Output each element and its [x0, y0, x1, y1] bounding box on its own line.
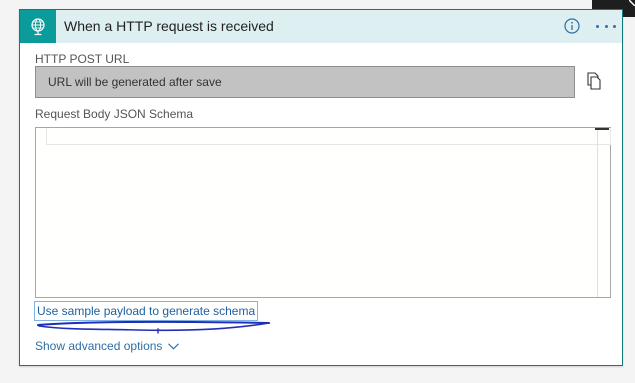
- request-body-schema-editor[interactable]: [35, 127, 611, 298]
- card-title: When a HTTP request is received: [64, 18, 274, 34]
- search-icon: [629, 0, 635, 6]
- editor-current-line: [46, 128, 611, 145]
- http-post-url-field: URL will be generated after save: [35, 66, 575, 98]
- use-sample-payload-link[interactable]: Use sample payload to generate schema: [34, 301, 259, 321]
- more-options-icon[interactable]: [596, 17, 616, 35]
- chevron-down-icon: [168, 342, 180, 350]
- handwritten-underline: [37, 320, 270, 334]
- more-dot: [604, 24, 608, 28]
- show-advanced-options-label: Show advanced options: [35, 339, 163, 353]
- editor-scrollbar[interactable]: [597, 130, 611, 297]
- more-dot: [613, 24, 616, 28]
- info-icon[interactable]: [564, 18, 580, 34]
- show-advanced-options-toggle[interactable]: Show advanced options: [35, 339, 180, 353]
- card-header[interactable]: When a HTTP request is received: [20, 10, 622, 43]
- request-body-schema-label: Request Body JSON Schema: [35, 107, 194, 121]
- http-trigger-card: When a HTTP request is received HTTP POS…: [19, 9, 623, 366]
- copy-icon[interactable]: [585, 72, 601, 90]
- globe-icon: [31, 17, 45, 35]
- more-dot: [596, 24, 599, 28]
- http-post-url-label: HTTP POST URL: [35, 52, 130, 66]
- trigger-icon-container: [20, 10, 56, 43]
